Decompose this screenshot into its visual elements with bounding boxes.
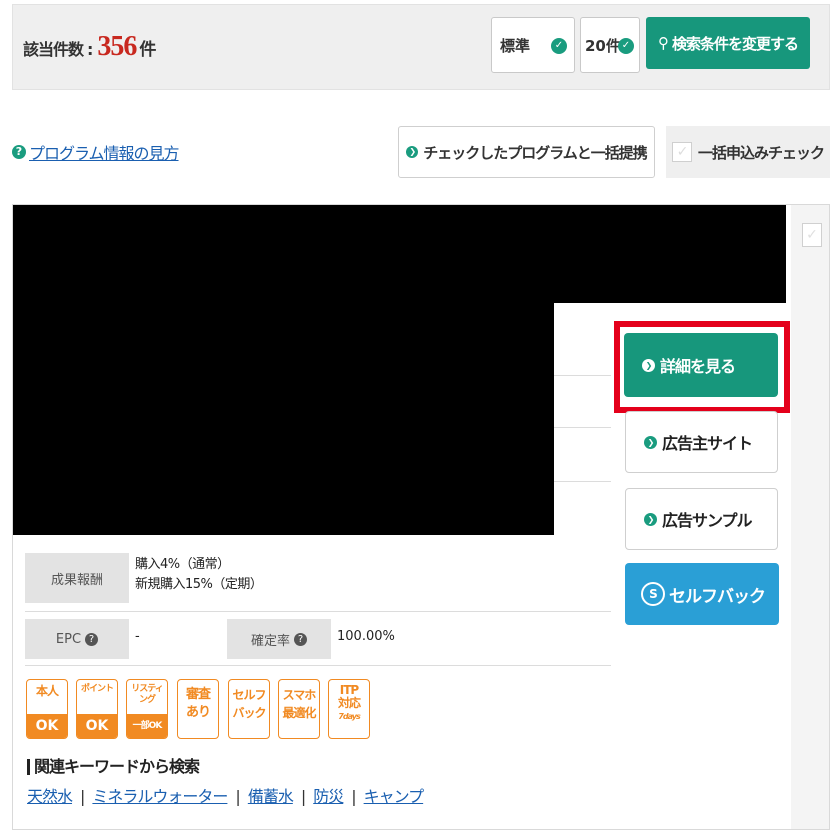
- divider: [554, 375, 611, 376]
- divider: [554, 427, 611, 428]
- program-select-checkbox[interactable]: ✓: [802, 223, 822, 247]
- keyword-separator: |: [351, 787, 356, 806]
- sort-select-value: 標準: [500, 36, 531, 55]
- badge-smartphone: スマホ最適化: [278, 679, 320, 739]
- related-keywords-list: 天然水 | ミネラルウォーター | 備蓄水 | 防災 | キャンプ: [27, 783, 425, 807]
- question-circle-icon[interactable]: ?: [294, 632, 307, 646]
- badge-self-purchase-top: 本人: [35, 684, 59, 698]
- sort-select[interactable]: 標準 ✓: [491, 17, 575, 73]
- change-search-button[interactable]: ⚲ 検索条件を変更する: [646, 17, 810, 69]
- keyword-link[interactable]: 天然水: [27, 787, 73, 806]
- reward-line-normal: 購入4%（通常）: [135, 557, 230, 572]
- arrow-right-circle-icon: ❯: [644, 435, 657, 449]
- view-details-label: 詳細を見る: [660, 357, 736, 376]
- confirm-rate-label: 確定率 ?: [227, 619, 331, 659]
- badge-listing: リスティング 一部OK: [126, 679, 168, 739]
- keyword-separator: |: [80, 787, 85, 806]
- reward-label: 成果報酬: [25, 553, 129, 603]
- program-card: ✓ ❯ 詳細を見る ❯ 広告主サイト ❯ 広告サンプル S セルフバック 成果報…: [12, 204, 830, 830]
- badge-selfback: セルフバック: [228, 679, 270, 739]
- badge-itp: ITP 対応 7days: [328, 679, 370, 739]
- confirm-rate-label-text: 確定率: [250, 633, 290, 649]
- selfback-label: セルフバック: [669, 586, 766, 607]
- program-info-help-link[interactable]: プログラム情報の見方: [29, 140, 180, 164]
- keyword-separator: |: [235, 787, 240, 806]
- result-count-unit: 件: [139, 40, 157, 60]
- badge-screening-text: 審査あり: [185, 687, 211, 720]
- related-keywords-title: 関連キーワードから検索: [27, 759, 200, 775]
- keyword-link[interactable]: キャンプ: [364, 787, 425, 806]
- reward-line-subscription: 新規購入15%（定期）: [135, 577, 263, 592]
- badge-listing-top: リスティング: [131, 684, 163, 705]
- arrow-right-circle-icon: ❯: [642, 358, 655, 372]
- badge-point-bottom: OK: [77, 714, 117, 738]
- divider: [554, 481, 611, 482]
- bulk-apply-checkbox[interactable]: ✓ 一括申込みチェック: [666, 126, 830, 178]
- badge-self-purchase: 本人 OK: [26, 679, 68, 739]
- per-page-select-value: 20件: [585, 36, 621, 55]
- reward-value: 購入4%（通常） 新規購入15%（定期）: [135, 555, 263, 595]
- epc-value: -: [135, 629, 140, 644]
- chevron-down-icon: ✓: [551, 38, 567, 54]
- selfback-s-icon: S: [641, 582, 665, 606]
- badge-itp-days: 7days: [338, 712, 360, 721]
- redacted-program-header: [13, 205, 786, 303]
- keyword-link[interactable]: 備蓄水: [248, 787, 294, 806]
- keyword-link[interactable]: 防災: [313, 787, 344, 806]
- redacted-program-body: [13, 303, 554, 535]
- selfback-button[interactable]: S セルフバック: [625, 563, 779, 625]
- badge-itp-mid: 対応: [337, 696, 361, 710]
- program-info-help[interactable]: ? プログラム情報の見方: [12, 140, 180, 164]
- reward-row: 成果報酬 購入4%（通常） 新規購入15%（定期）: [25, 549, 611, 611]
- per-page-select[interactable]: 20件 ✓: [580, 17, 640, 73]
- epc-label-text: EPC: [55, 631, 82, 647]
- arrow-right-circle-icon: ❯: [406, 146, 419, 158]
- divider: [25, 665, 611, 666]
- card-check-column: [791, 205, 829, 829]
- question-circle-icon: ?: [12, 145, 26, 159]
- bulk-propose-label: チェックしたプログラムと一括提携: [423, 143, 648, 162]
- advertiser-site-button[interactable]: ❯ 広告主サイト: [625, 411, 778, 473]
- result-count: 該当件数 : 356 件: [23, 31, 156, 67]
- epc-row: EPC ? - 確定率 ? 100.00%: [25, 619, 611, 659]
- result-count-number: 356: [97, 31, 137, 62]
- bulk-apply-label: 一括申込みチェック: [698, 143, 825, 162]
- badge-screening: 審査あり: [177, 679, 219, 739]
- check-icon[interactable]: ✓: [672, 142, 692, 162]
- epc-label: EPC ?: [25, 619, 129, 659]
- chevron-down-icon: ✓: [618, 38, 634, 54]
- result-count-label: 該当件数: [23, 40, 84, 59]
- badge-itp-content: ITP 対応 7days: [329, 684, 369, 723]
- badge-selfback-text: セルフバック: [232, 688, 266, 720]
- keyword-separator: |: [300, 787, 306, 806]
- badge-point-top: ポイント: [80, 684, 114, 694]
- view-details-button[interactable]: ❯ 詳細を見る: [624, 333, 778, 397]
- badge-listing-bottom: 一部OK: [127, 714, 167, 738]
- search-icon: ⚲: [657, 34, 669, 52]
- ad-sample-label: 広告サンプル: [662, 511, 753, 530]
- divider: [25, 611, 611, 612]
- badge-self-purchase-bottom: OK: [27, 714, 67, 738]
- ad-sample-button[interactable]: ❯ 広告サンプル: [625, 488, 778, 550]
- change-search-label: 検索条件を変更する: [671, 34, 799, 53]
- confirm-rate-value: 100.00%: [337, 629, 395, 644]
- arrow-right-circle-icon: ❯: [644, 512, 657, 526]
- keyword-link[interactable]: ミネラルウォーター: [92, 787, 228, 806]
- badge-smartphone-text: スマホ最適化: [282, 688, 316, 720]
- bulk-propose-button[interactable]: ❯ チェックしたプログラムと一括提携: [398, 126, 655, 178]
- advertiser-site-label: 広告主サイト: [662, 434, 753, 453]
- question-circle-icon[interactable]: ?: [85, 632, 99, 646]
- badge-point: ポイント OK: [76, 679, 118, 739]
- result-count-colon: :: [87, 40, 94, 59]
